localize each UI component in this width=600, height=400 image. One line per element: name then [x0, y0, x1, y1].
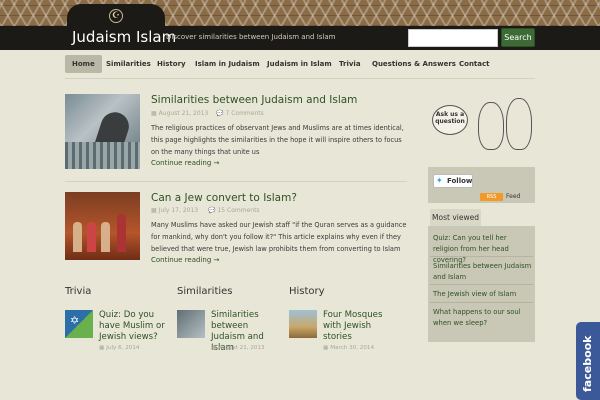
- category-heading-similarities[interactable]: Similarities: [177, 286, 233, 297]
- post-divider: [65, 181, 407, 182]
- continue-reading-link[interactable]: Continue reading →: [151, 159, 219, 167]
- most-viewed-item[interactable]: The Jewish view of Islam: [433, 289, 533, 300]
- thumbnail-figure: [87, 222, 96, 252]
- post-title[interactable]: Can a Jew convert to Islam?: [151, 192, 297, 204]
- post-excerpt: The religious practices of observant Jew…: [151, 124, 404, 156]
- nav-questions-answers[interactable]: Questions & Answers: [365, 55, 463, 73]
- post-thumbnail[interactable]: [65, 192, 140, 260]
- calendar-icon: ▦: [99, 345, 105, 351]
- category-heading-trivia[interactable]: Trivia: [65, 286, 91, 297]
- list-divider: [430, 284, 533, 285]
- sheikh-illustration: [506, 98, 532, 150]
- category-post-date: ▦ March 30, 2014: [323, 345, 374, 351]
- most-viewed-item[interactable]: Similarities between Judaism and Islam: [433, 261, 533, 283]
- category-post-link[interactable]: Four Mosques with Jewish stories: [323, 310, 395, 343]
- nav-home[interactable]: Home: [65, 55, 102, 73]
- feed-link[interactable]: Feed: [506, 193, 520, 201]
- continue-reading-link[interactable]: Continue reading →: [151, 256, 219, 264]
- comment-icon: 💬: [216, 110, 224, 117]
- tab-most-viewed[interactable]: Most viewed: [430, 209, 481, 226]
- twitter-bird-icon: ✦: [436, 176, 443, 185]
- category-date-text: March 30, 2014: [330, 345, 375, 351]
- nav-islam-in-judaism[interactable]: Islam in Judaism: [188, 55, 267, 73]
- thumbnail-figure: [117, 214, 126, 252]
- nav-judaism-in-islam[interactable]: Judaism in Islam: [260, 55, 339, 73]
- post-comments[interactable]: 💬 7 Comments: [216, 110, 264, 117]
- nav-divider: [65, 78, 535, 79]
- nav-similarities[interactable]: Similarities: [99, 55, 158, 73]
- post-date: ▦ August 21, 2013: [151, 110, 208, 117]
- list-divider: [430, 256, 533, 257]
- comment-icon: 💬: [208, 207, 216, 214]
- crescent-icon: ☪: [109, 9, 123, 23]
- nav-history[interactable]: History: [150, 55, 193, 73]
- post-comments-text: 7 Comments: [225, 110, 264, 117]
- category-post-date: ▦ August 21, 2013: [211, 345, 265, 351]
- site-tagline: Discover similarities between Judaism an…: [166, 33, 336, 41]
- nav-contact[interactable]: Contact: [452, 55, 497, 73]
- post-comments[interactable]: 💬 15 Comments: [208, 207, 260, 214]
- category-date-text: July 6, 2014: [106, 345, 140, 351]
- similarities-thumbnail[interactable]: [177, 310, 205, 338]
- rabbi-illustration: [478, 102, 504, 150]
- mosques-thumbnail[interactable]: [289, 310, 317, 338]
- category-date-text: August 21, 2013: [218, 345, 265, 351]
- post-thumbnail[interactable]: [65, 94, 140, 169]
- category-post-date: ▦ July 6, 2014: [99, 345, 140, 351]
- post-excerpt: Many Muslims have asked our Jewish staff…: [151, 221, 407, 253]
- ask-bubble: Ask us a question: [432, 105, 468, 135]
- thumbnail-figure: [73, 222, 82, 252]
- post-comments-text: 15 Comments: [217, 207, 260, 214]
- calendar-icon: ▦: [151, 110, 157, 117]
- rss-icon[interactable]: RSS: [480, 193, 503, 201]
- post-title[interactable]: Similarities between Judaism and Islam: [151, 94, 357, 106]
- calendar-icon: ▦: [151, 207, 157, 214]
- search-button[interactable]: Search: [501, 28, 535, 47]
- thumbnail-figure: [101, 222, 110, 252]
- calendar-icon: ▦: [323, 345, 329, 351]
- facebook-logo-text: facebook: [581, 335, 594, 393]
- search-input[interactable]: [408, 29, 498, 47]
- category-post-link[interactable]: Quiz: Do you have Muslim or Jewish views…: [99, 310, 171, 343]
- calendar-icon: ▦: [211, 345, 217, 351]
- star-icon: ✡: [70, 314, 80, 327]
- post-date-text: August 21, 2013: [158, 110, 209, 117]
- post-date: ▦ July 17, 2013: [151, 207, 198, 214]
- site-title[interactable]: Judaism Islam: [72, 28, 176, 46]
- most-viewed-item[interactable]: What happens to our soul when we sleep?: [433, 307, 533, 329]
- thumbnail-railing: [65, 142, 140, 169]
- ask-question-banner[interactable]: Ask us a question: [428, 96, 535, 154]
- list-divider: [430, 302, 533, 303]
- post-date-text: July 17, 2013: [158, 207, 199, 214]
- nav-trivia[interactable]: Trivia: [332, 55, 368, 73]
- quiz-thumbnail[interactable]: ✡: [65, 310, 93, 338]
- category-heading-history[interactable]: History: [289, 286, 325, 297]
